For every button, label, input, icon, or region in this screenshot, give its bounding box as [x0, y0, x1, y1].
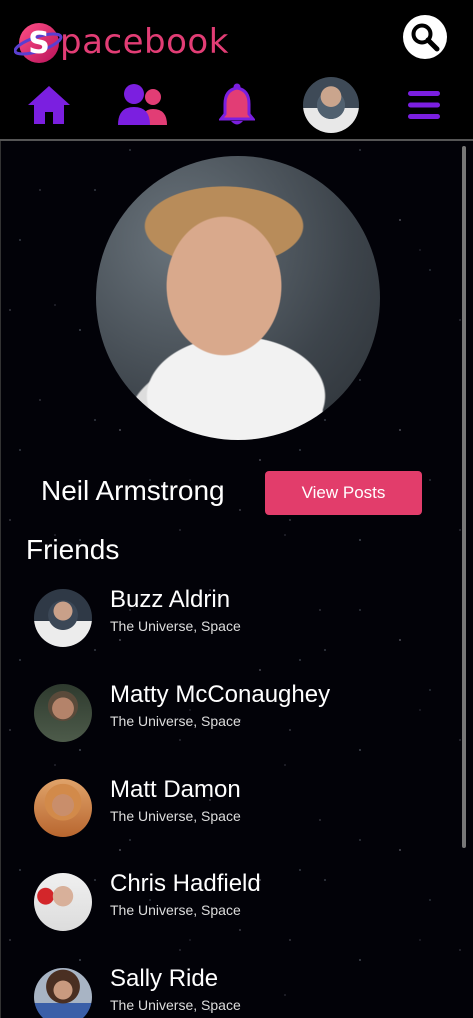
- avatar: [302, 77, 359, 133]
- friend-name: Chris Hadfield: [110, 870, 261, 897]
- search-button[interactable]: [403, 15, 447, 59]
- profile-name: Neil Armstrong: [41, 475, 225, 506]
- bell-icon: [219, 83, 255, 125]
- nav-home[interactable]: [24, 76, 74, 134]
- nav-notifications[interactable]: [214, 76, 260, 134]
- list-item[interactable]: Chris Hadfield The Universe, Space: [34, 870, 454, 931]
- hamburger-icon: [408, 91, 440, 119]
- main-nav: [0, 76, 473, 136]
- nav-profile[interactable]: [302, 76, 359, 134]
- friend-avatar: [34, 684, 92, 742]
- logo-s-mark: S: [13, 19, 64, 63]
- friend-avatar: [34, 968, 92, 1018]
- home-icon: [28, 86, 70, 124]
- friend-avatar: [34, 589, 92, 647]
- friends-icon: [118, 84, 167, 125]
- list-item[interactable]: Buzz Aldrin The Universe, Space: [34, 586, 454, 647]
- friend-location: The Universe, Space: [110, 997, 241, 1013]
- list-item[interactable]: Sally Ride The Universe, Space: [34, 965, 454, 1018]
- view-posts-button[interactable]: View Posts: [265, 471, 422, 515]
- friend-avatar: [34, 779, 92, 837]
- friend-location: The Universe, Space: [110, 902, 241, 918]
- friend-location: The Universe, Space: [110, 618, 241, 634]
- friend-name: Matty McConaughey: [110, 681, 331, 708]
- friend-location: The Universe, Space: [110, 713, 241, 729]
- scrollbar[interactable]: [462, 146, 466, 848]
- app-header: S pacebook: [0, 0, 473, 141]
- nav-friends[interactable]: [116, 76, 170, 134]
- list-item[interactable]: Matt Damon The Universe, Space: [34, 776, 454, 837]
- list-item[interactable]: Matty McConaughey The Universe, Space: [34, 681, 454, 742]
- spacebook-logo[interactable]: S pacebook: [13, 17, 229, 65]
- logo-wordmark: pacebook: [60, 22, 229, 62]
- friends-heading: Friends: [26, 534, 120, 565]
- search-icon: [411, 23, 440, 52]
- friend-name: Matt Damon: [110, 776, 241, 803]
- friend-location: The Universe, Space: [110, 808, 241, 824]
- friend-name: Buzz Aldrin: [110, 586, 231, 613]
- friend-avatar: [34, 873, 92, 931]
- nav-menu[interactable]: [404, 76, 444, 134]
- friend-name: Sally Ride: [110, 965, 219, 992]
- svg-text:S: S: [28, 26, 50, 61]
- profile-photo: [96, 156, 380, 440]
- profile-content: Neil Armstrong View Posts Friends Buzz A…: [0, 141, 473, 1018]
